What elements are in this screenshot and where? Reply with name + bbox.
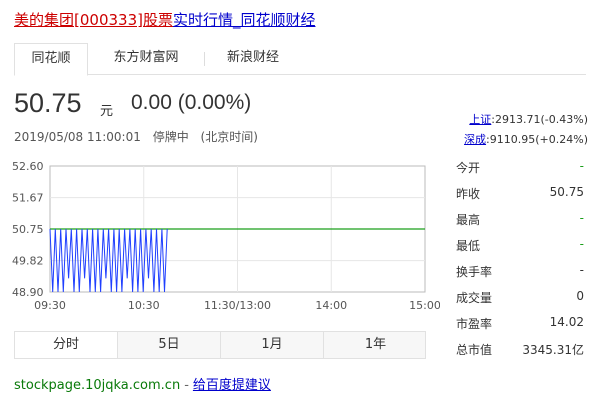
index-shenzhen: 深成:9110.95(+0.24%) [464,131,588,147]
stat-row-open: 今开 - [456,155,584,181]
stat-row-market-cap: 总市值 3345.31亿 [456,337,584,363]
x-tick-label: 11:30/13:00 [204,299,271,312]
quote-datetime: 2019/05/08 11:00:01 [14,130,141,144]
stat-value: 0 [576,289,584,303]
stat-value: 50.75 [549,185,584,199]
title-quote-source[interactable]: 实时行情_同花顺财经 [173,11,316,29]
current-price: 50.75 [14,88,82,118]
tab-tonghuashun[interactable]: 同花顺 [14,43,88,76]
y-tick-label: 50.75 [12,223,44,236]
stat-label: 最高 [456,213,481,227]
y-tick-label: 52.60 [12,160,44,173]
stat-row-prev-close: 昨收 50.75 [456,181,584,207]
page-title-link[interactable]: 美的集团[000333]股票实时行情_同花顺财经 [14,9,315,30]
stat-label: 成交量 [456,291,493,305]
timezone-label: (北京时间) [200,130,258,144]
title-stock-name[interactable]: 美的集团[000333]股票 [14,11,173,29]
stat-row-turnover: 换手率 - [456,259,584,285]
x-tick-label: 14:00 [315,299,347,312]
stat-row-low: 最低 - [456,233,584,259]
index-name-link[interactable]: 上证 [469,113,491,126]
price-unit: 元 [100,104,114,119]
range-tab-1month[interactable]: 1月 [221,332,324,358]
stat-row-high: 最高 - [456,207,584,233]
intraday-chart: 52.60 51.67 50.75 49.82 48.9009:30 10:30 11:30… [12,160,440,312]
stat-value: 14.02 [549,315,584,329]
tab-label: 新浪财经 [226,50,279,65]
stat-label: 最低 [456,239,481,253]
stats-panel: 今开 - 昨收 50.75 最高 - 最低 - 换手率 - 成交量 0 市盈率 … [456,155,584,363]
index-name-link[interactable]: 深成 [464,133,486,146]
quote-meta: 2019/05/08 11:00:01 停牌中 (北京时间) [14,128,266,145]
stat-value: - [579,159,584,173]
range-tab-1year[interactable]: 1年 [324,332,427,358]
stat-value: 3345.31亿 [522,343,584,357]
baidu-feedback-link[interactable]: 给百度提建议 [193,378,271,393]
x-tick-label: 15:00 [409,299,440,312]
stat-label: 换手率 [456,265,493,279]
stat-row-volume: 成交量 0 [456,285,584,311]
tab-label: 东方财富网 [113,50,179,65]
tab-eastmoney[interactable]: 东方财富网 [88,43,204,75]
tab-label: 同花顺 [31,51,71,66]
x-tick-label: 10:30 [128,299,160,312]
footer-separator: - [184,378,189,393]
footer: stockpage.10jqka.com.cn - 给百度提建议 [14,374,271,393]
y-tick-label: 51.67 [12,192,44,205]
range-tab-5day[interactable]: 5日 [118,332,221,358]
stat-value: - [579,237,584,251]
trading-status: 停牌中 [152,130,189,144]
price-change: 0.00 (0.00%) [131,91,252,114]
index-value: :2913.71(-0.43%) [491,113,588,126]
index-value: :9110.95(+0.24%) [486,133,588,146]
chart-range-tabs: 分时 5日 1月 1年 [14,331,426,359]
stat-row-pe: 市盈率 14.02 [456,311,584,337]
source-tabs: 同花顺 东方财富网 新浪财经 [14,43,586,76]
index-shanghai: 上证:2913.71(-0.43%) [469,111,588,127]
x-tick-label: 09:30 [34,299,66,312]
stat-value: - [579,211,584,225]
stat-value: - [579,263,584,277]
y-tick-label: 49.82 [12,255,44,268]
range-tab-intraday[interactable]: 分时 [15,332,118,358]
y-tick-label: 48.90 [12,286,44,299]
stat-label: 今开 [456,161,481,175]
tab-sina[interactable]: 新浪财经 [205,43,301,75]
source-site-url: stockpage.10jqka.com.cn [14,378,181,393]
stat-label: 总市值 [456,343,493,357]
stat-label: 昨收 [456,187,481,201]
stat-label: 市盈率 [456,317,493,331]
